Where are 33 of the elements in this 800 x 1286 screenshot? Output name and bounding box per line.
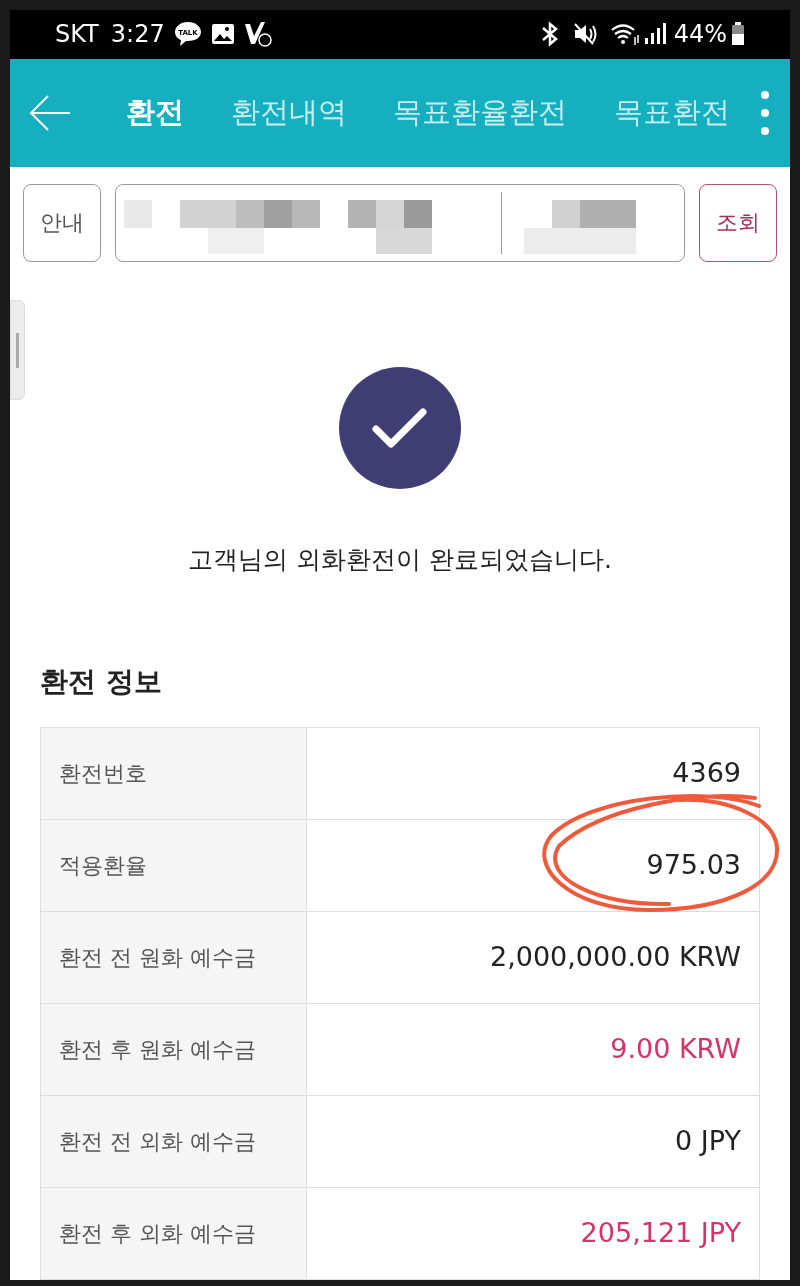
row-label: 환전 전 외화 예수금: [59, 1128, 256, 1156]
tab[interactable]: 환전: [126, 90, 184, 135]
notification-icon: [242, 20, 273, 49]
row-label: 환전 후 외화 예수금: [59, 1220, 256, 1248]
side-handle[interactable]: [10, 300, 25, 400]
check-icon: [339, 366, 461, 489]
more-menu-icon[interactable]: [760, 89, 770, 136]
clock-text: 3:27: [110, 19, 165, 51]
section-title: 환전 정보: [40, 664, 162, 700]
carrier-text: SKT: [55, 19, 99, 51]
row-label: 환전 전 원화 예수금: [59, 944, 256, 972]
tab[interactable]: 목표환율환전: [393, 90, 568, 135]
tab[interactable]: 환전내역: [230, 90, 347, 135]
row-label: 환전 후 원화 예수금: [59, 1036, 256, 1064]
row-label: 적용환율: [59, 852, 147, 880]
account-field[interactable]: [115, 183, 685, 262]
image-icon: [210, 23, 235, 46]
tab[interactable]: 목표환전: [613, 90, 730, 135]
wifi-icon: [609, 21, 640, 48]
row-value: 975.03: [646, 848, 741, 883]
row-value: 2,000,000.00 KRW: [490, 940, 741, 975]
battery-text: 44%: [673, 19, 727, 51]
signal-icon: [643, 22, 666, 47]
back-arrow-icon[interactable]: [28, 92, 72, 133]
row-value: 4369: [672, 756, 741, 791]
info-button[interactable]: 안내: [23, 183, 101, 262]
row-label: 환전번호: [59, 760, 147, 788]
battery-icon: [731, 22, 745, 47]
row-value: 205,121 JPY: [580, 1216, 741, 1251]
completion-message: 고객님의 외화환전이 완료되었습니다.: [188, 543, 612, 576]
search-button[interactable]: 조회: [699, 183, 777, 262]
row-value: 0 JPY: [675, 1124, 741, 1159]
row-value: 9.00 KRW: [610, 1032, 741, 1067]
